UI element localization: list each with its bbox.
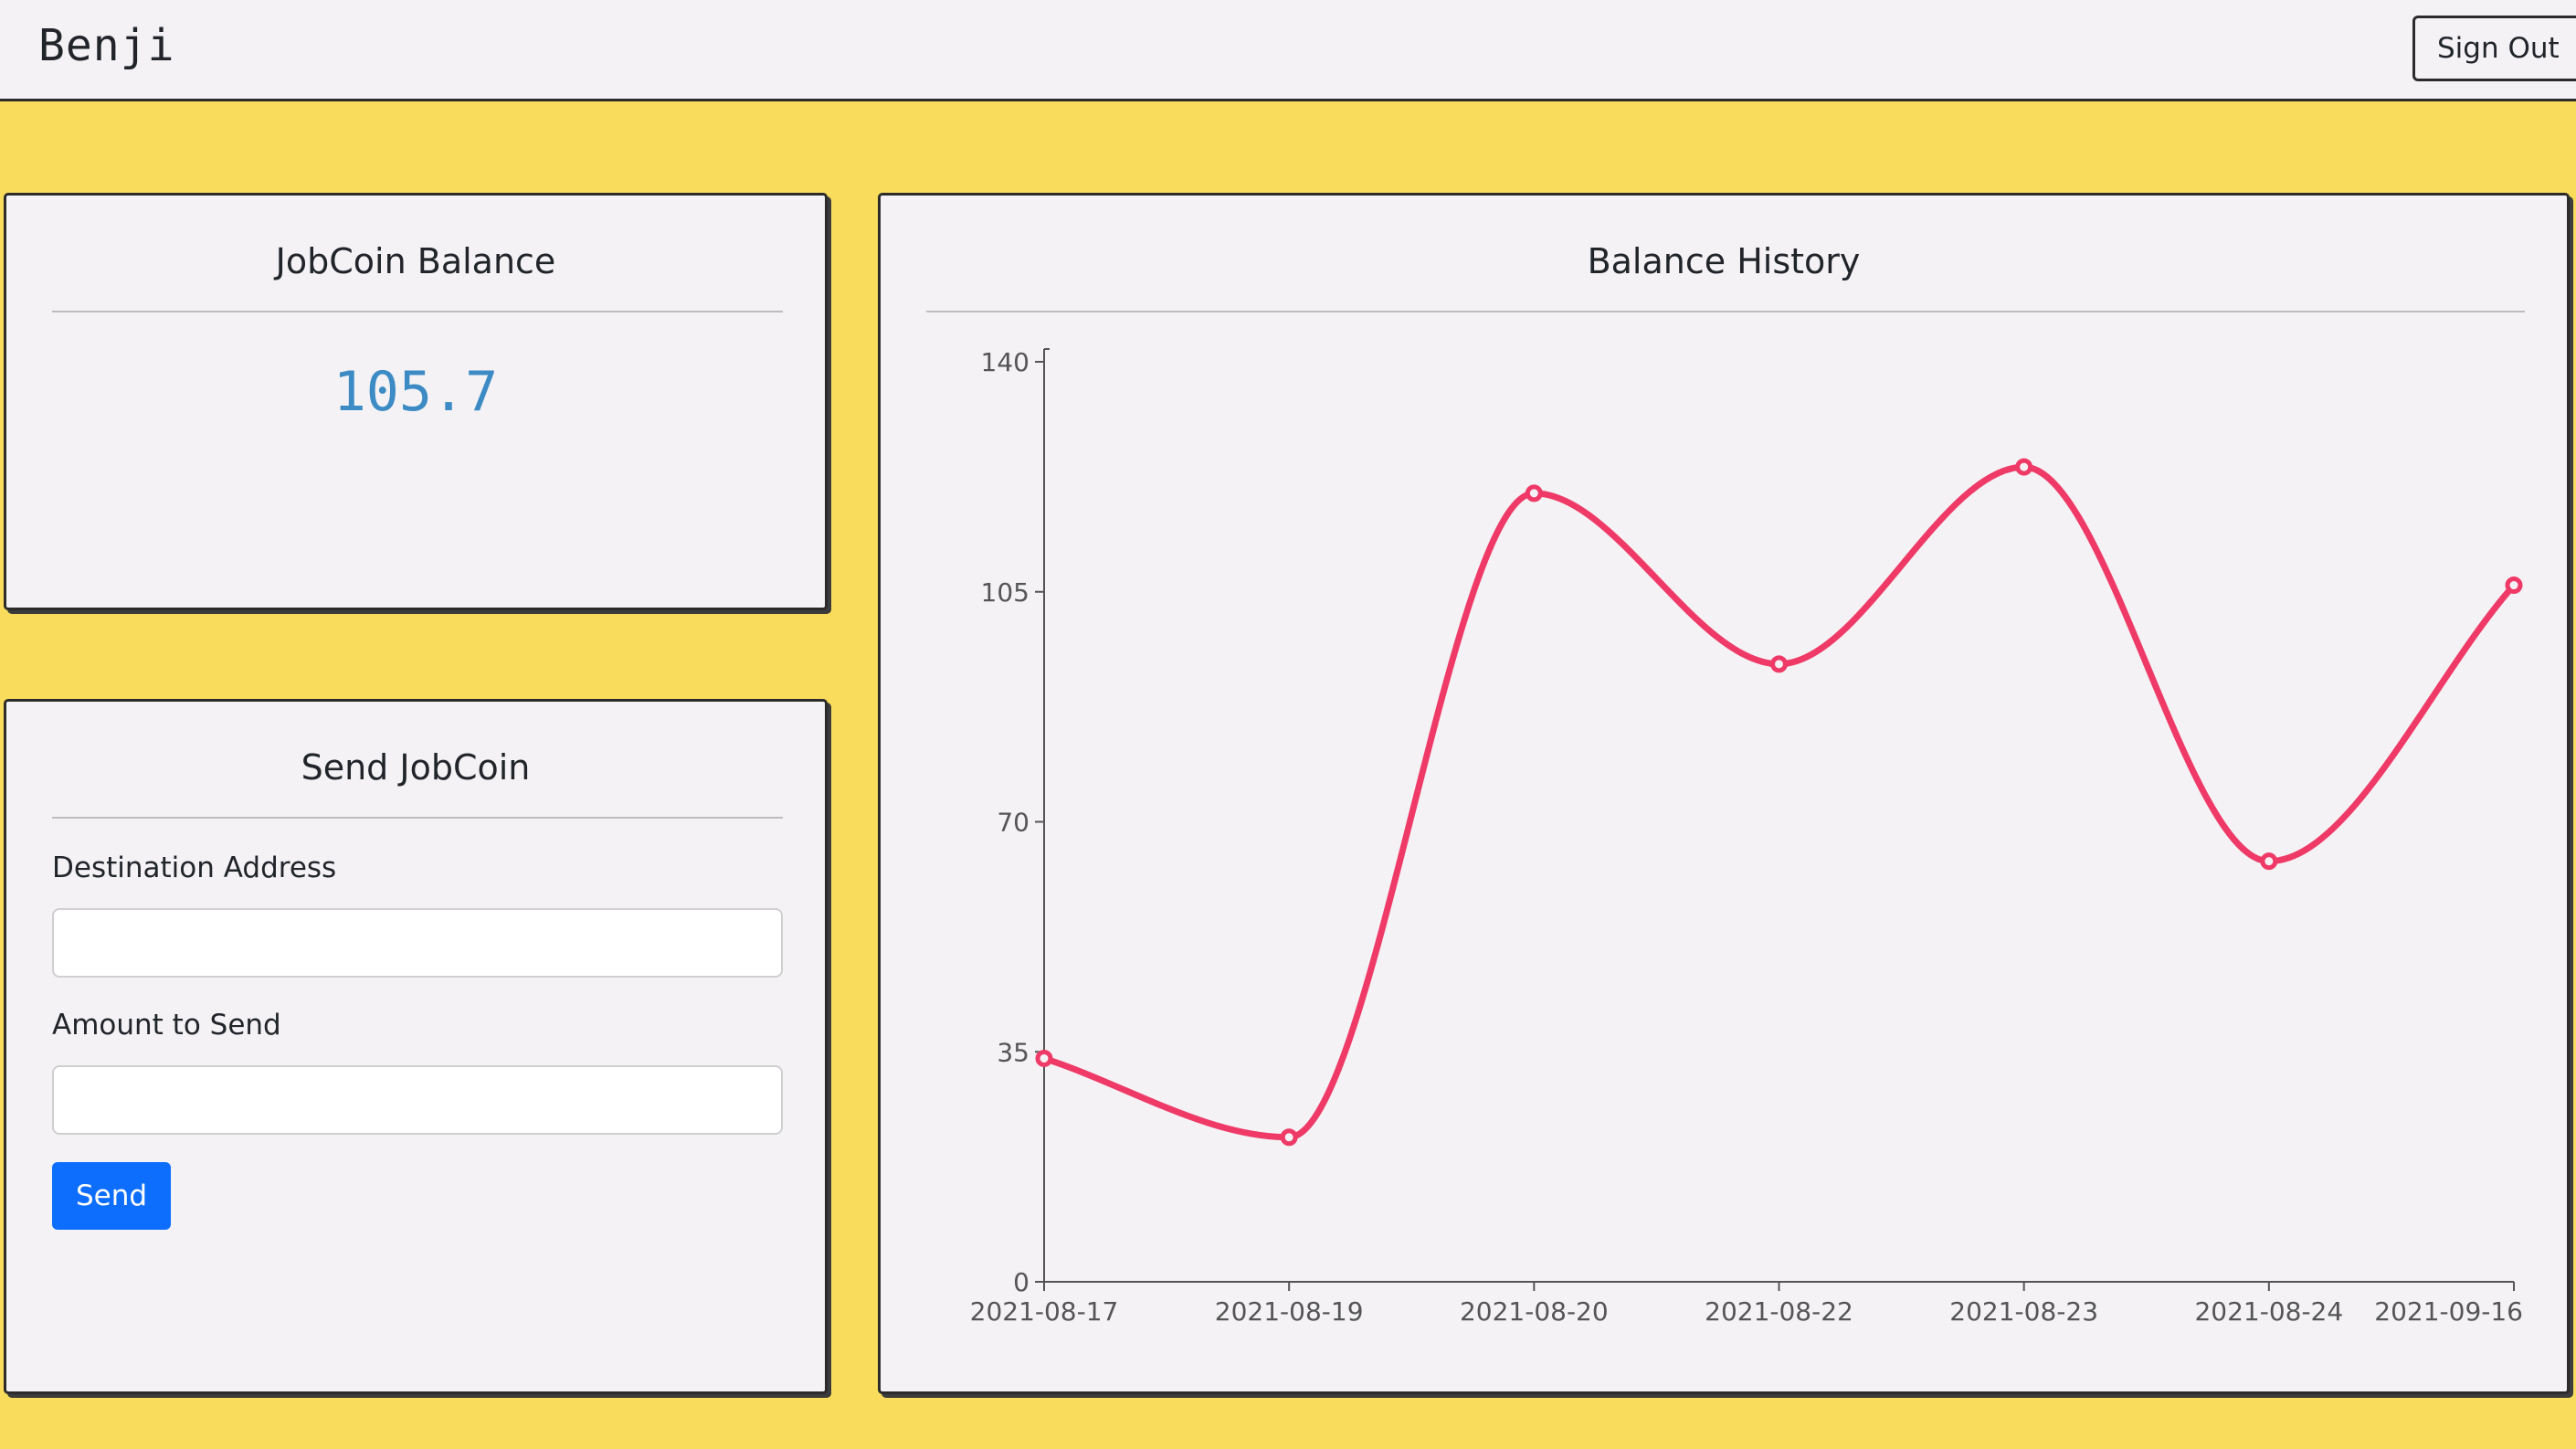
balance-history-divider <box>926 311 2525 312</box>
app-brand[interactable]: Benji <box>38 20 175 71</box>
amount-label: Amount to Send <box>52 1009 281 1042</box>
amount-input[interactable] <box>52 1065 783 1135</box>
data-point <box>2260 852 2278 871</box>
balance-card-title: JobCoin Balance <box>275 241 556 281</box>
x-tick-label: 2021-08-24 <box>2194 1296 2343 1327</box>
send-card: Send JobCoin Destination Address Amount … <box>4 699 828 1394</box>
send-card-title: Send JobCoin <box>301 747 531 788</box>
x-tick-label: 2021-09-16 <box>2374 1296 2523 1327</box>
x-tick-label: 2021-08-20 <box>1460 1296 1609 1327</box>
data-point <box>1035 1049 1053 1067</box>
destination-address-label: Destination Address <box>52 851 337 884</box>
top-navbar: Benji Sign Out <box>0 0 2576 101</box>
data-point <box>2015 458 2033 476</box>
data-point <box>1280 1128 1298 1147</box>
sign-out-button[interactable]: Sign Out <box>2412 16 2576 81</box>
x-tick-label: 2021-08-23 <box>1949 1296 2098 1327</box>
balance-history-chart: 0 35 70 105 140 2021-08-17 2021-08-19 2021-08-2… <box>970 347 2523 1327</box>
send-card-divider <box>52 817 783 819</box>
balance-card-divider <box>52 311 783 312</box>
data-point <box>1525 484 1543 502</box>
send-button[interactable]: Send <box>52 1162 171 1230</box>
x-tick-label: 2021-08-17 <box>970 1296 1119 1327</box>
y-tick-label: 35 <box>997 1037 1029 1067</box>
y-tick-label: 0 <box>1013 1267 1029 1297</box>
y-tick-label: 140 <box>981 347 1029 377</box>
x-tick-label: 2021-08-22 <box>1705 1296 1853 1327</box>
x-tick-label: 2021-08-19 <box>1215 1296 1364 1327</box>
destination-address-input[interactable] <box>52 908 783 978</box>
balance-history-title: Balance History <box>1587 241 1861 281</box>
y-tick-label: 105 <box>981 577 1029 608</box>
balance-history-card: Balance History 0 35 70 105 140 2021-08-17 202… <box>878 193 2570 1394</box>
data-point <box>2505 576 2523 595</box>
data-point <box>1770 655 1788 673</box>
balance-value: 105.7 <box>333 360 499 424</box>
y-tick-label: 70 <box>997 808 1029 838</box>
balance-line <box>1040 463 2518 1141</box>
balance-card: JobCoin Balance 105.7 <box>4 193 828 610</box>
